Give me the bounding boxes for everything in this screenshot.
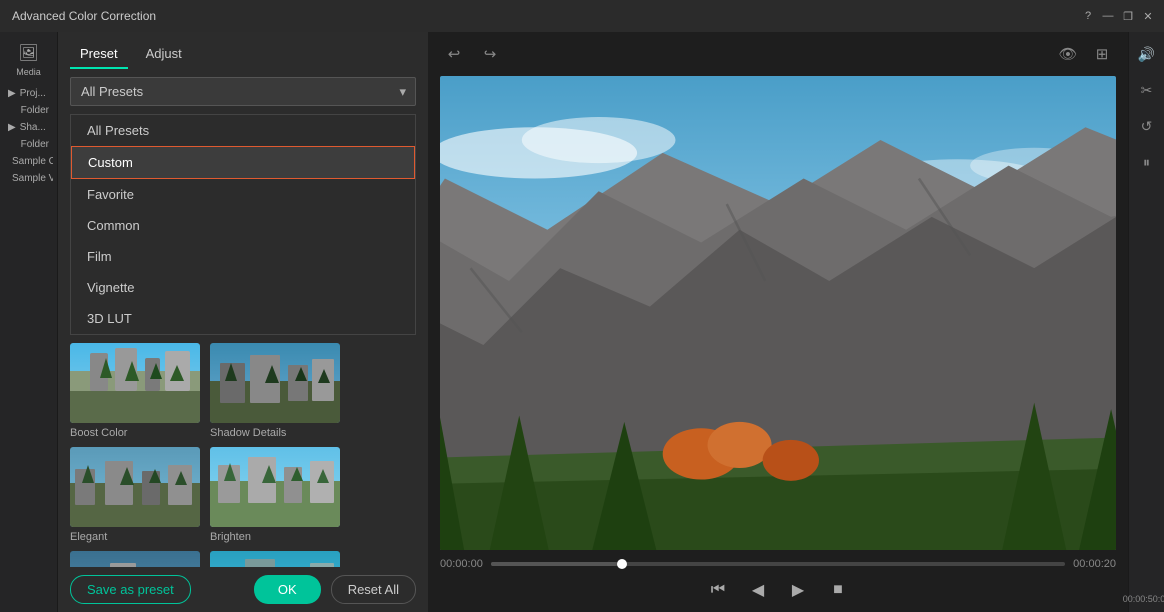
sidebar-label-samplevid: Sample Vid... [12, 173, 53, 184]
undo-button[interactable]: ↩ [440, 40, 468, 68]
play-button[interactable]: ▶ [784, 576, 812, 604]
reset-all-button[interactable]: Reset All [331, 575, 416, 604]
compare-button[interactable]: ⊞ [1088, 40, 1116, 68]
frame-back-button[interactable]: ◀ [744, 576, 772, 604]
bottom-bar: Save as preset OK Reset All [58, 567, 428, 612]
preset-label-boost-color: Boost Color [70, 427, 127, 443]
sidebar-label-folder1: Folder [21, 105, 49, 116]
sidebar-label-proj: Proj... [20, 88, 46, 99]
ok-button[interactable]: OK [254, 575, 321, 604]
sidebar-item-sha[interactable]: ▶ Sha... [4, 119, 53, 136]
folder-arrow: ▶ [8, 88, 16, 99]
video-toolbar: ↩ ↪ 👁 ⊞ [428, 32, 1128, 76]
total-time: 00:00:20 [1073, 558, 1116, 570]
dropdown-item-3dlut[interactable]: 3D LUT [71, 303, 415, 334]
progress-track[interactable] [491, 562, 1065, 566]
preview-button[interactable]: 👁 [1054, 40, 1082, 68]
window-controls: ? — ❐ ✕ [1080, 8, 1156, 24]
minimize-button[interactable]: — [1100, 8, 1116, 24]
video-panel: ↩ ↪ 👁 ⊞ [428, 32, 1128, 612]
volume-button[interactable]: 🔊 [1133, 40, 1161, 68]
timeline-time: 00:00:50:00 [1123, 594, 1164, 612]
sidebar-label-folder2: Folder [21, 139, 49, 150]
dropdown-item-custom[interactable]: Custom [71, 146, 415, 179]
restore-button[interactable]: ❐ [1120, 8, 1136, 24]
dropdown-item-favorite[interactable]: Favorite [71, 179, 415, 210]
preset-thumb-5 [70, 551, 200, 567]
sidebar-item-samplevid[interactable]: Sample Vid... [4, 170, 53, 187]
preset-thumb-6 [210, 551, 340, 567]
dropdown-row: All Presets Custom Favorite Common Film … [58, 69, 428, 114]
preset-item-shadow-details[interactable]: Shadow Details [210, 343, 340, 443]
bottom-right-buttons: OK Reset All [254, 575, 416, 604]
preset-row-3 [70, 551, 416, 567]
video-controls: 00:00:00 00:00:20 ⏮ ◀ ▶ ■ [428, 550, 1128, 612]
skip-back-button[interactable]: ⏮ [704, 576, 732, 604]
sidebar-item-sampleco[interactable]: Sample Co... [4, 153, 53, 170]
sidebar-folder-group: ▶ Proj... Folder ▶ Sha... Folder Sample … [0, 83, 57, 189]
sidebar-item-media[interactable]: 🖼 Media [4, 36, 54, 83]
dropdown-item-vignette[interactable]: Vignette [71, 272, 415, 303]
help-button[interactable]: ? [1080, 8, 1096, 24]
dropdown-menu: All Presets Custom Favorite Common Film … [70, 114, 416, 335]
media-icon: 🖼 [18, 42, 40, 64]
tab-preset[interactable]: Preset [70, 40, 128, 69]
app-sidebar: 🖼 Media ▶ Proj... Folder ▶ Sha... Folder [0, 32, 58, 612]
stop-button[interactable]: ■ [824, 576, 852, 604]
loop-button[interactable]: ↺ [1133, 112, 1161, 140]
preset-label-brighten: Brighten [210, 531, 251, 547]
panel-left: Preset Adjust All Presets Custom Favorit… [58, 32, 428, 612]
preset-row-2: Elegant [70, 447, 416, 547]
preset-thumb-boost-color [70, 343, 200, 423]
preset-item-6[interactable] [210, 551, 340, 567]
preset-label-shadow-details: Shadow Details [210, 427, 286, 443]
close-button[interactable]: ✕ [1140, 8, 1156, 24]
dropdown-item-common[interactable]: Common [71, 210, 415, 241]
folder-arrow2: ▶ [8, 122, 16, 133]
dialog-title: Advanced Color Correction [12, 9, 156, 23]
preset-item-boost-color[interactable]: Boost Color [70, 343, 200, 443]
sidebar-label-sampleco: Sample Co... [12, 156, 53, 167]
dropdown-item-all-presets[interactable]: All Presets [71, 115, 415, 146]
dropdown-item-film[interactable]: Film [71, 241, 415, 272]
scissors-button[interactable]: ✂ [1133, 76, 1161, 104]
preset-item-brighten[interactable]: Brighten [210, 447, 340, 547]
preset-dropdown[interactable]: All Presets Custom Favorite Common Film … [70, 77, 416, 106]
toolbar-right: 👁 ⊞ [1054, 40, 1116, 68]
preset-row-1: Boost Color [70, 343, 416, 443]
preset-item-elegant[interactable]: Elegant [70, 447, 200, 547]
title-bar: Advanced Color Correction ? — ❐ ✕ [0, 0, 1164, 32]
save-preset-button[interactable]: Save as preset [70, 575, 191, 604]
preset-label-elegant: Elegant [70, 531, 107, 547]
progress-thumb [617, 559, 627, 569]
current-time: 00:00:00 [440, 558, 483, 570]
tab-adjust[interactable]: Adjust [136, 40, 192, 69]
sidebar-label-sha: Sha... [20, 122, 46, 133]
pause-right-button[interactable]: ⏸ [1133, 148, 1161, 176]
sidebar-label-media: Media [16, 67, 41, 77]
preset-item-5[interactable] [70, 551, 200, 567]
progress-bar-row: 00:00:00 00:00:20 [440, 558, 1116, 570]
sidebar-item-proj[interactable]: ▶ Proj... [4, 85, 53, 102]
playback-controls: ⏮ ◀ ▶ ■ [440, 576, 1116, 604]
sidebar-item-folder1[interactable]: Folder [4, 102, 53, 119]
sidebar-item-folder2[interactable]: Folder [4, 136, 53, 153]
video-container [440, 76, 1116, 550]
preset-dropdown-wrapper[interactable]: All Presets Custom Favorite Common Film … [70, 77, 416, 106]
preset-grid: Boost Color [58, 335, 428, 567]
progress-fill [491, 562, 617, 566]
preset-thumb-elegant [70, 447, 200, 527]
preset-thumb-brighten [210, 447, 340, 527]
redo-button[interactable]: ↪ [476, 40, 504, 68]
tabs-row: Preset Adjust [58, 32, 428, 69]
right-panel: 🔊 ✂ ↺ ⏸ 00:00:50:00 [1128, 32, 1164, 612]
main-wrapper: 🖼 Media ▶ Proj... Folder ▶ Sha... Folder [0, 32, 1164, 612]
preset-thumb-shadow-details [210, 343, 340, 423]
